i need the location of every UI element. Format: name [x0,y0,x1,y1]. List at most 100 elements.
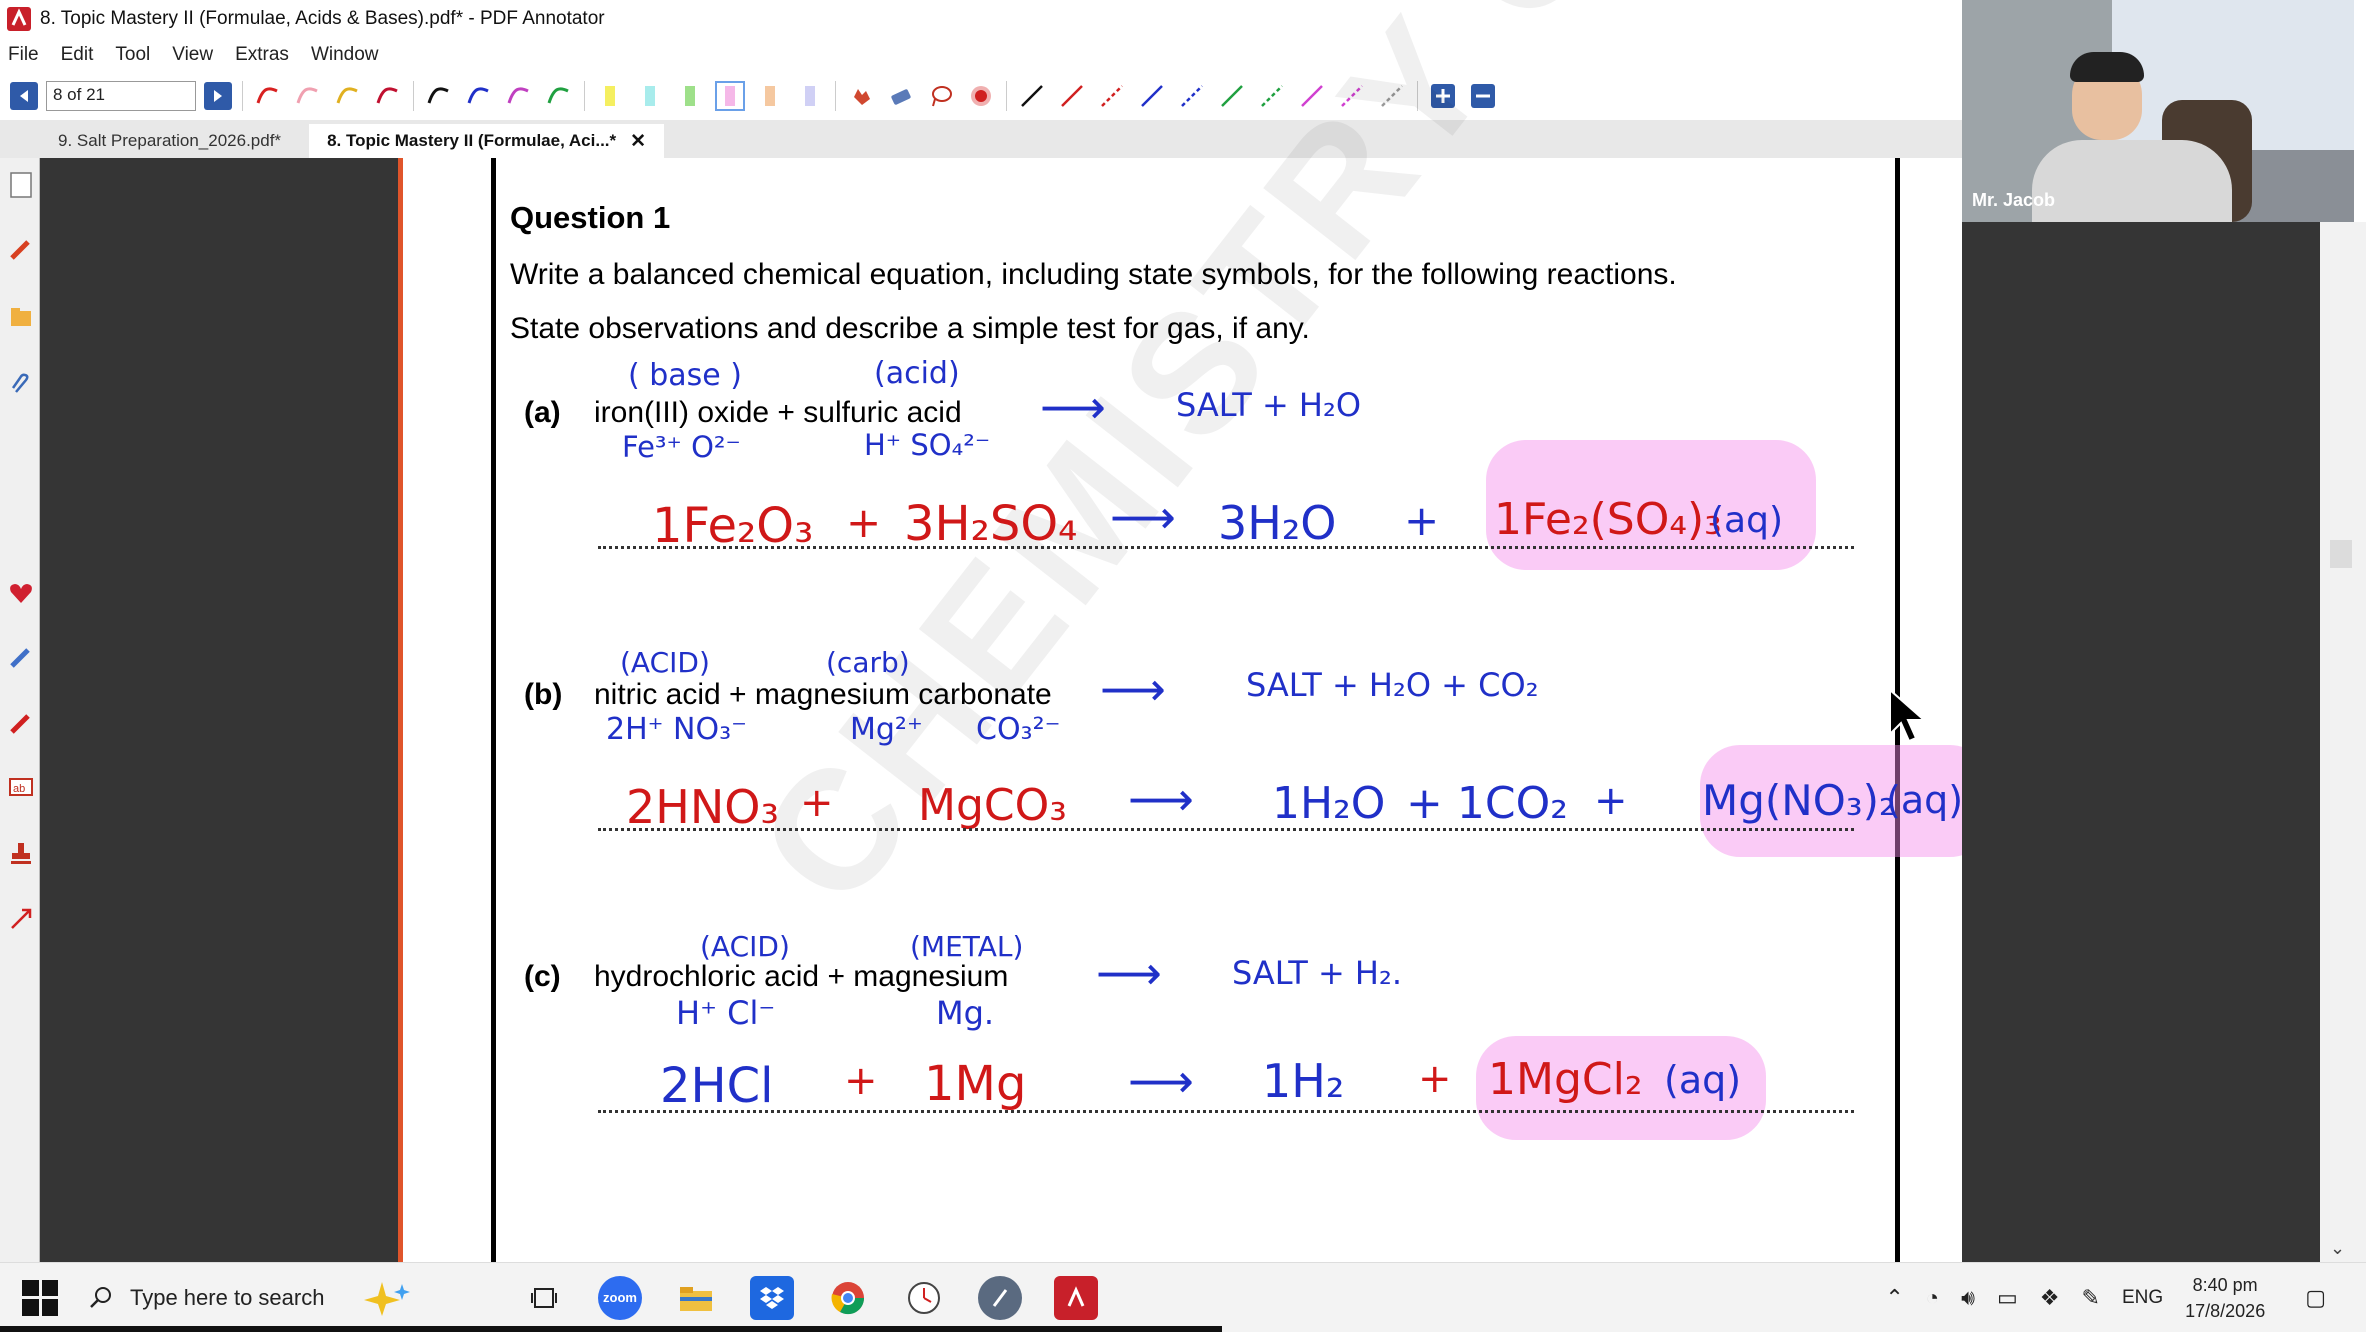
windows-taskbar: Type here to search zoom ⌃ ◔ 🔊︎ ▭ ❖ ✎ EN… [0,1262,2366,1332]
scroll-down-icon[interactable]: ⌄ [2330,1238,2345,1259]
annotation-acid-label: (ACID) [620,646,710,679]
text-box-icon[interactable]: ab [6,772,36,802]
page-thumbnail-icon[interactable] [6,170,36,200]
annotation-ions: H⁺ SO₄²⁻ [864,428,991,462]
windows-start-icon[interactable] [22,1279,58,1316]
line-black-tool[interactable] [1017,81,1047,111]
clock-app-icon[interactable] [902,1276,946,1320]
battery-icon[interactable]: ▭ [1997,1285,2018,1311]
red-pen-icon[interactable] [6,708,36,738]
menu-extras[interactable]: Extras [235,44,289,66]
line-icon [1221,85,1243,107]
highlighter-cyan-tool[interactable] [635,81,665,111]
line-blue-dashed-tool[interactable] [1177,81,1207,111]
highlighter-icon [645,86,655,106]
answer-line [598,546,1854,549]
safari-style-app-icon[interactable] [978,1275,1022,1320]
hand-tool[interactable] [846,81,876,111]
annotation-arrow: ⟶ [1040,380,1106,434]
pen-green-tool[interactable] [544,81,574,111]
vertical-scrollbar[interactable] [2320,222,2366,1262]
pen-black-tool[interactable] [424,81,454,111]
tab-label: 8. Topic Mastery II (Formulae, Aci...* [327,131,617,150]
question-title: Question 1 [510,200,671,235]
next-page-button[interactable] [204,82,232,110]
pen-stroke-icon [547,87,569,104]
menu-file[interactable]: File [8,44,39,66]
menu-view[interactable]: View [172,44,213,66]
paperclip-icon[interactable] [6,370,36,400]
mouse-cursor-icon [1889,688,1927,743]
task-view-icon[interactable] [522,1276,566,1320]
chrome-icon[interactable] [826,1276,870,1320]
stamp-icon[interactable] [6,838,36,868]
lasso-tool[interactable] [926,81,956,111]
participant-name: Mr. Jacob [1972,190,2056,210]
dropbox-tray-icon[interactable]: ❖ [2040,1285,2060,1311]
folder-icon[interactable] [6,302,36,332]
pen-tray-icon[interactable]: ✎ [2082,1285,2100,1311]
dashed-line-icon [1181,85,1203,107]
answer-line [598,828,1854,831]
pen-pink-tool[interactable] [293,81,323,111]
system-tray: ⌃ ◔ 🔊︎ ▭ ❖ ✎ ENG 8:40 pm 17/8/2026 ▢ [1885,1263,2366,1332]
line-red-dashed-tool[interactable] [1097,81,1127,111]
eraser-tool[interactable] [886,81,916,111]
close-tab-icon[interactable]: ✕ [630,130,646,153]
highlighter-orange-tool[interactable] [755,81,785,111]
menu-edit[interactable]: Edit [61,44,94,66]
highlighter-pink-tool[interactable] [715,81,745,111]
annotation-sidebar: ab [0,158,40,1262]
taskbar-clock[interactable]: 8:40 pm 17/8/2026 [2185,1272,2265,1324]
scrollbar-thumb[interactable] [2330,540,2352,568]
menu-window[interactable]: Window [311,44,379,66]
annotation-general-products: SALT + H₂O + CO₂ [1246,666,1539,704]
chevron-up-icon[interactable]: ⌃ [1885,1285,1903,1311]
pen-blue-tool[interactable] [464,81,494,111]
heart-icon[interactable] [6,578,36,608]
wifi-icon[interactable]: ◔ [1926,1285,1939,1311]
lasso-icon [932,86,952,107]
page-frame-left [491,158,496,1262]
line-red-tool[interactable] [1057,81,1087,111]
arrow-tool-icon[interactable] [6,904,36,934]
video-call-overlay[interactable]: Mr. Jacob [1962,0,2354,222]
highlighter-green-tool[interactable] [675,81,705,111]
record-tool[interactable] [966,81,996,111]
taskbar-search-box[interactable]: Type here to search [88,1272,508,1324]
previous-page-button[interactable] [10,82,38,110]
pen-crimson-tool[interactable] [373,81,403,111]
line-blue-tool[interactable] [1137,81,1167,111]
highlighter-icon [805,86,815,106]
annotation-metal-label: (METAL) [910,930,1024,963]
tab-salt-preparation[interactable]: 9. Salt Preparation_2026.pdf* [40,124,299,158]
pen-stroke-icon [376,87,398,104]
file-explorer-icon[interactable] [674,1276,718,1320]
triangle-right-icon [214,90,222,102]
line-icon [1021,85,1043,107]
annotation-ions: Mg²⁺ [850,712,923,747]
equation-plus: + [844,1058,878,1104]
highlighter-yellow-tool[interactable] [595,81,625,111]
equation-plus: + [1418,1056,1452,1102]
dropbox-icon[interactable] [750,1275,794,1320]
toolbar-separator [835,81,836,111]
volume-icon[interactable]: 🔊︎ [1961,1285,1975,1311]
line-green-tool[interactable] [1217,81,1247,111]
pdf-annotator-taskbar-icon[interactable] [1054,1275,1098,1320]
zoom-app-icon[interactable]: zoom [598,1275,642,1320]
pen-red-tool[interactable] [253,81,283,111]
language-indicator[interactable]: ENG [2122,1287,2163,1309]
pencil-icon[interactable] [6,234,36,264]
annotation-ions: CO₃²⁻ [976,712,1061,747]
page-number-input[interactable]: 8 of 21 [46,81,196,111]
pen-yellow-tool[interactable] [333,81,363,111]
highlighter-icon [765,86,775,106]
equation-term: 1Mg [924,1056,1027,1112]
menu-tool[interactable]: Tool [115,44,150,66]
marker-icon[interactable] [6,642,36,672]
notification-icon[interactable]: ▢ [2305,1285,2326,1311]
tab-topic-mastery[interactable]: 8. Topic Mastery II (Formulae, Aci...* ✕ [309,124,665,158]
highlighter-lavender-tool[interactable] [795,81,825,111]
pen-magenta-tool[interactable] [504,81,534,111]
